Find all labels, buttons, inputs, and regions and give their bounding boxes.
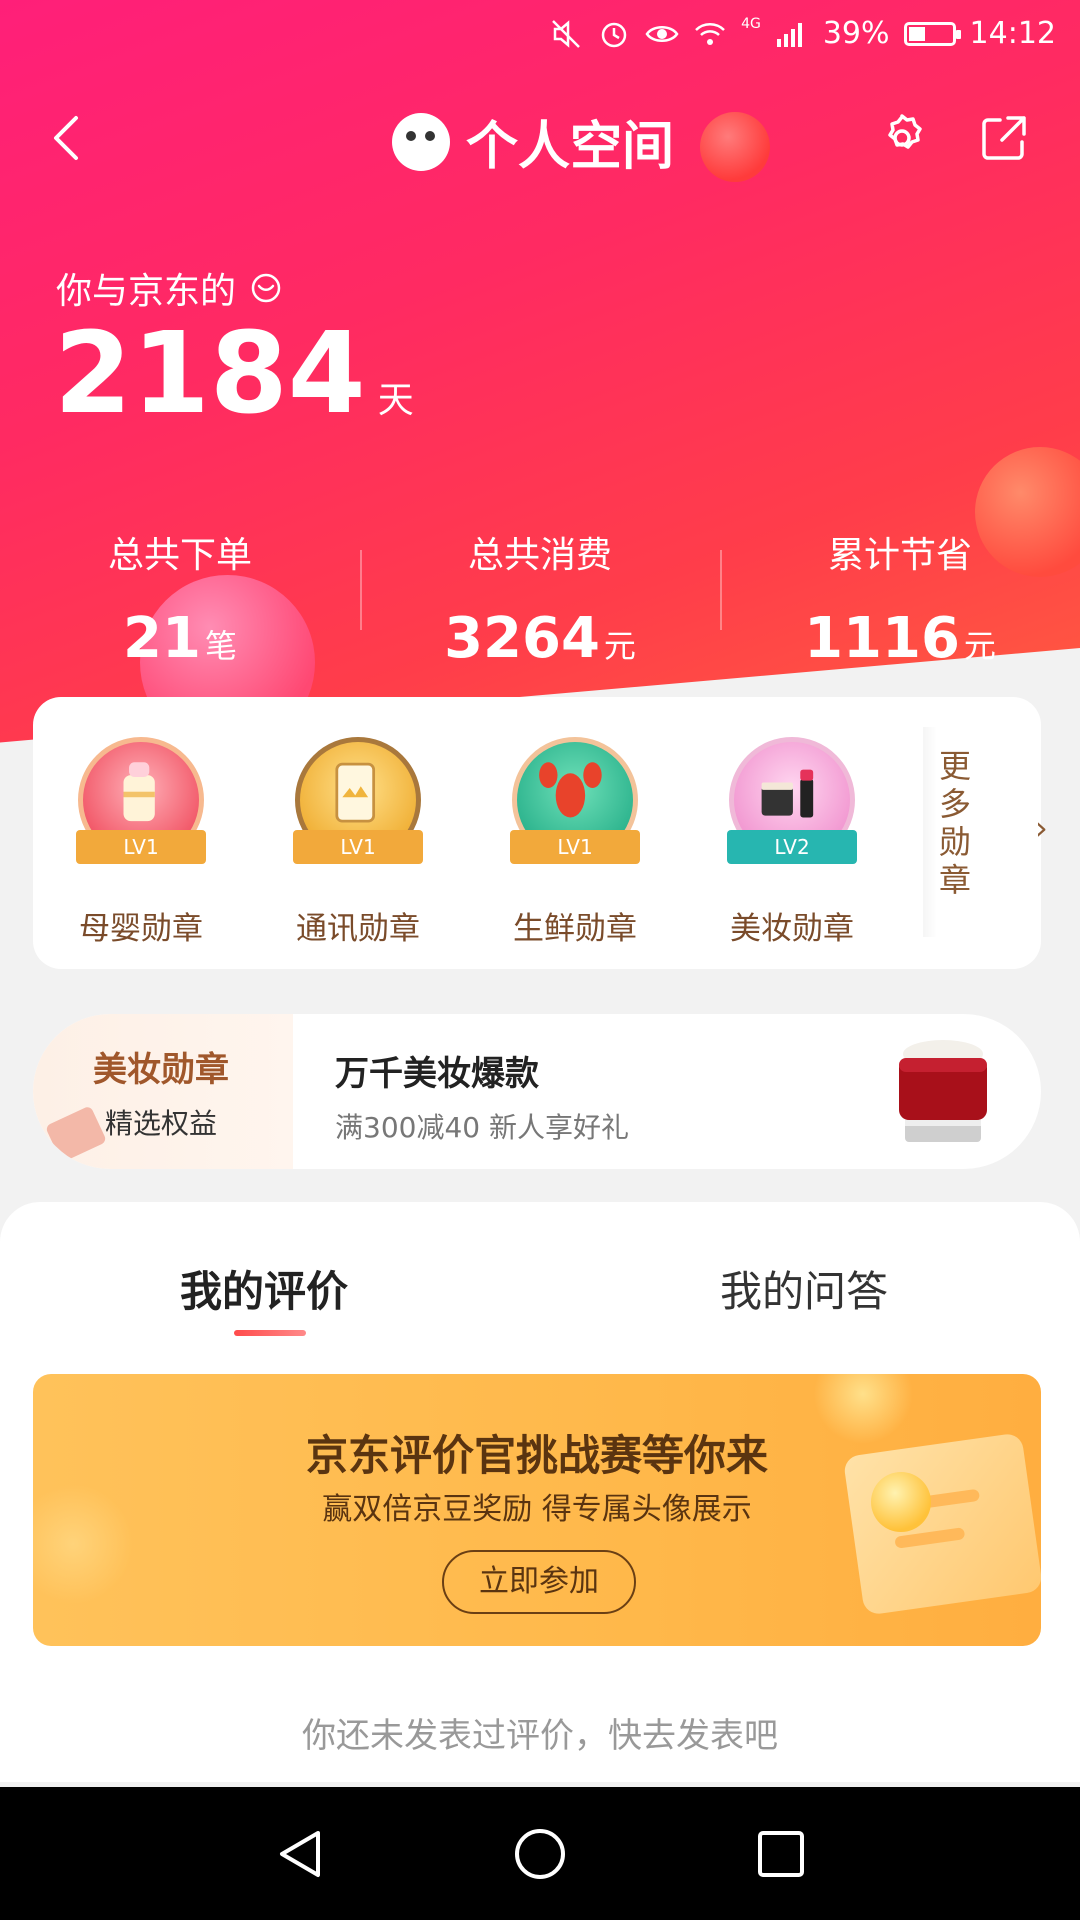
- medal-name: 生鲜勋章: [513, 911, 637, 947]
- challenge-subtitle: 赢双倍京豆奖励 得专属头像展示: [322, 1492, 752, 1527]
- active-tab-indicator: [234, 1330, 306, 1336]
- back-icon[interactable]: [42, 108, 92, 168]
- medal-level: LV2: [727, 830, 857, 864]
- tab-my-reviews[interactable]: 我的评价: [180, 1258, 348, 1319]
- network-type: 4G: [741, 16, 761, 32]
- recents-square-icon[interactable]: [752, 1825, 810, 1883]
- more-label-char: 多: [938, 785, 971, 823]
- phone-medal-icon: LV1: [293, 737, 423, 864]
- battery-percent: 39%: [822, 16, 890, 51]
- empty-reviews-message: 你还未发表过评价，快去发表吧: [302, 1716, 778, 1756]
- alarm-icon: [601, 22, 627, 47]
- promo-badge-subtitle: 精选权益: [105, 1107, 218, 1140]
- medal-level: LV1: [76, 830, 206, 864]
- share-icon[interactable]: [976, 110, 1032, 166]
- more-medals-button[interactable]: 更 多 勋 章: [925, 747, 985, 899]
- system-nav-bar: [0, 1787, 1080, 1920]
- days-count: 2184 天: [54, 318, 414, 430]
- stat-label: 总共下单: [107, 535, 252, 576]
- eraser-decor-icon: [44, 1105, 108, 1163]
- stat-savings[interactable]: 累计节省 1116 元: [720, 520, 1080, 671]
- promo-badge: 美妆勋章 精选权益: [33, 1014, 293, 1169]
- beauty-promo-banner[interactable]: 美妆勋章 精选权益 万千美妆爆款 满300减40 新人享好礼: [33, 1014, 1041, 1169]
- join-now-button[interactable]: 立即参加: [442, 1550, 636, 1614]
- cream-jar-product-image: [899, 1040, 987, 1142]
- signal-icon: [776, 22, 802, 47]
- more-label-char: 勋: [938, 823, 971, 861]
- medal-item-baby[interactable]: LV1 母婴勋章: [41, 737, 241, 948]
- promo-title: 万千美妆爆款: [335, 1054, 539, 1094]
- medal-item-beauty[interactable]: LV2 美妆勋章: [692, 737, 892, 948]
- promo-badge-title: 美妆勋章: [93, 1050, 229, 1090]
- more-label-char: 更: [938, 747, 971, 785]
- stat-label: 总共消费: [467, 535, 612, 576]
- clock: 14:12: [969, 16, 1056, 51]
- days-label: 你与京东的: [56, 262, 282, 314]
- days-number: 2184: [54, 309, 366, 439]
- stat-spending[interactable]: 总共消费 3264 元: [360, 520, 720, 671]
- eye-comfort-icon: [645, 25, 679, 42]
- medal-item-telecom[interactable]: LV1 通讯勋章: [258, 737, 458, 948]
- medal-item-fresh[interactable]: LV1 生鲜勋章: [475, 737, 675, 948]
- stat-value: 21 笔: [123, 606, 237, 671]
- stat-label: 累计节省: [827, 535, 972, 576]
- days-label-text: 你与京东的: [56, 271, 237, 312]
- baby-bottle-medal-icon: LV1: [76, 737, 206, 864]
- nav-bar: 个人空间: [0, 90, 1080, 190]
- status-bar: 4G 39% 14:12: [0, 0, 1080, 72]
- page-title: 个人空间: [392, 104, 674, 179]
- stats-row: 总共下单 21 笔 总共消费 3264 元 累计节省 1116 元: [0, 520, 1080, 671]
- cosmetics-medal-icon: LV2: [727, 737, 857, 864]
- jd-mascot-icon: [392, 112, 450, 171]
- medal-name: 母婴勋章: [79, 911, 203, 947]
- medal-name: 通讯勋章: [296, 911, 420, 947]
- chevron-right-icon[interactable]: ›: [1035, 809, 1048, 847]
- gear-icon[interactable]: [874, 110, 930, 166]
- more-label-char: 章: [938, 861, 971, 899]
- battery-icon: [903, 21, 961, 46]
- stat-orders[interactable]: 总共下单 21 笔: [0, 520, 360, 671]
- promo-subtitle: 满300减40 新人享好礼: [335, 1111, 629, 1144]
- tab-my-qa[interactable]: 我的问答: [720, 1258, 888, 1319]
- days-unit: 天: [377, 380, 414, 421]
- challenge-title: 京东评价官挑战赛等你来: [305, 1431, 768, 1480]
- stat-value: 3264 元: [444, 606, 636, 671]
- medal-name: 美妆勋章: [730, 911, 854, 947]
- lobster-medal-icon: LV1: [510, 737, 640, 864]
- mute-icon: [552, 19, 580, 48]
- medals-card: LV1 母婴勋章 LV1 通讯勋章 LV1 生鲜勋章 LV2 美妆勋章 更 多 …: [33, 697, 1048, 969]
- reviews-panel: 我的评价 我的问答 京东评价官挑战赛等你来 赢双倍京豆奖励 得专属头像展示 立即…: [0, 1202, 1080, 1782]
- home-circle-icon[interactable]: [511, 1825, 569, 1883]
- medal-level: LV1: [293, 830, 423, 864]
- eye-icon[interactable]: [250, 272, 282, 304]
- screen: 4G 39% 14:12 个人空间 你与京东的 2184 天 总共下单 21 笔…: [0, 0, 1080, 1920]
- page-title-text: 个人空间: [466, 117, 675, 177]
- medal-level: LV1: [510, 830, 640, 864]
- back-triangle-icon[interactable]: [272, 1825, 330, 1883]
- review-challenge-banner[interactable]: 京东评价官挑战赛等你来 赢双倍京豆奖励 得专属头像展示 立即参加: [33, 1374, 1041, 1646]
- wifi-icon: [695, 22, 725, 45]
- stat-value: 1116 元: [804, 606, 996, 671]
